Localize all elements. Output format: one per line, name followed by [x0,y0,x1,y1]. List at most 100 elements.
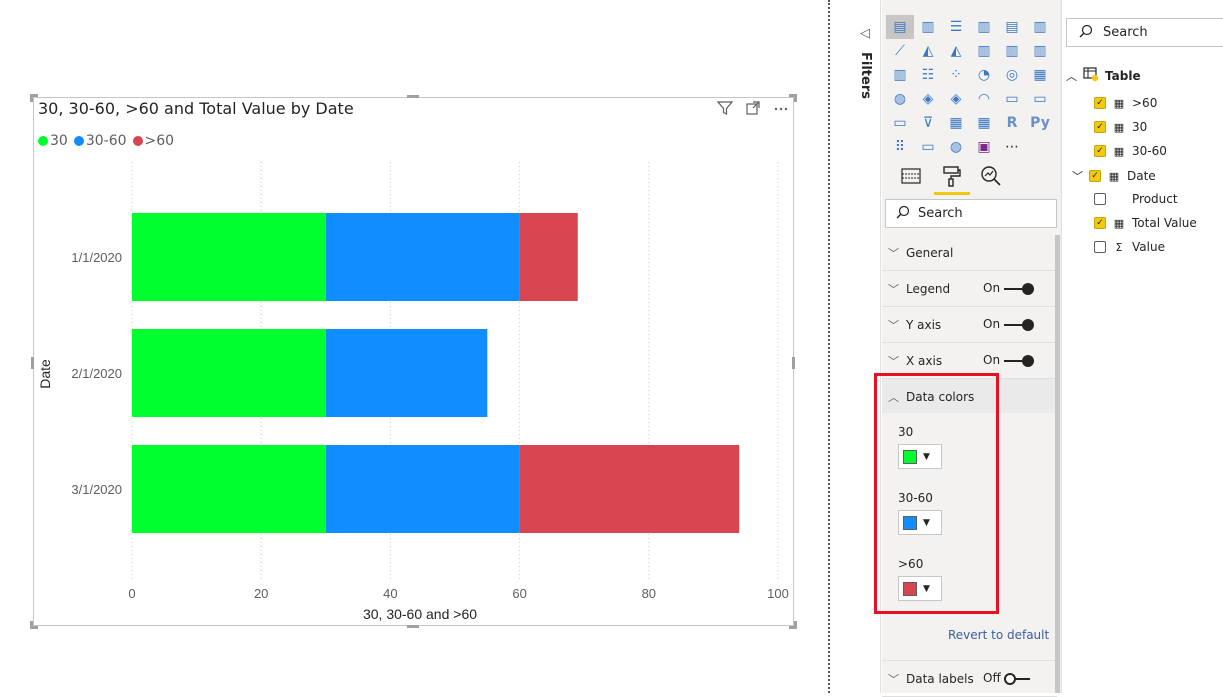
format-search-input[interactable]: Search [885,199,1057,228]
treemap-icon[interactable]: ▦ [1026,63,1054,87]
search-placeholder: Search [1103,25,1148,40]
stacked-column-icon[interactable]: ▥ [914,15,942,39]
search-icon [1079,24,1093,42]
map-icon[interactable]: ◍ [886,87,914,111]
field-checkbox[interactable]: ✓ [1089,170,1101,182]
section-label: Data labels [906,671,974,686]
decomposition-tree-icon[interactable]: ◍ [942,135,970,159]
r-visual-icon[interactable]: R [998,111,1026,135]
section-label: Y axis [906,317,942,332]
bar-segment[interactable] [325,213,520,301]
format-pane-scrollbar[interactable] [1055,235,1060,693]
y-axis-toggle[interactable] [1004,319,1034,331]
matrix-icon[interactable]: ▦ [970,111,998,135]
stacked-area-icon[interactable]: ◭ [942,39,970,63]
key-influencers-icon[interactable]: ⠿ [886,135,914,159]
field-checkbox[interactable]: ✓ [1094,121,1106,133]
field-item[interactable]: Σ Value [1094,240,1165,254]
x-axis-title: 30, 30-60 and >60 [363,606,477,622]
resize-handle-top-right[interactable] [789,94,797,102]
line-clustered-column-icon[interactable]: ▥ [998,39,1026,63]
clustered-column-icon[interactable]: ▥ [970,15,998,39]
field-checkbox[interactable]: ✓ [1094,217,1106,229]
funnel-icon[interactable]: ☷ [914,63,942,87]
pie-chart-icon[interactable]: ◔ [970,63,998,87]
y-tick-label: 2/1/2020 [71,366,122,381]
field-item[interactable]: ✓ ▦ 30 [1094,120,1147,134]
resize-handle-bottom[interactable] [407,625,419,628]
bar-segment[interactable] [519,445,740,533]
filters-pane-label[interactable]: Filters [858,52,873,99]
waterfall-icon[interactable]: ▥ [886,63,914,87]
sigma-icon: Σ [1115,240,1123,254]
scatter-icon[interactable]: ⁘ [942,63,970,87]
bar-segment[interactable] [519,213,578,301]
card-icon[interactable]: ▭ [998,87,1026,111]
x-axis-toggle[interactable] [1004,355,1034,367]
fields-search-input[interactable]: Search [1066,18,1223,47]
section-data-labels[interactable]: ﹀ Data labels Off [882,661,1057,697]
field-item[interactable]: ✓ ▦ Total Value [1094,216,1197,230]
resize-handle-top-left[interactable] [30,94,38,102]
legend-item-30[interactable]: 30 [38,133,68,149]
slicer-icon[interactable]: ⊽ [914,111,942,135]
revert-to-default-link[interactable]: Revert to default [948,628,1049,642]
filter-icon[interactable] [716,100,734,120]
bar-segment[interactable] [132,445,326,533]
multi-row-card-icon[interactable]: ▭ [1026,87,1054,111]
kpi-icon[interactable]: ▭ [886,111,914,135]
resize-handle-top[interactable] [407,95,419,98]
calendar-table-icon: ▦ [1108,169,1120,183]
table-icon[interactable]: ▦ [942,111,970,135]
focus-mode-icon[interactable] [744,100,762,120]
toggle-state: On [983,317,1001,331]
qa-icon[interactable]: ▭ [914,135,942,159]
field-checkbox[interactable]: ✓ [1094,97,1106,109]
legend-dot-30-60 [73,136,84,146]
donut-chart-icon[interactable]: ◎ [998,63,1026,87]
format-tab-icon[interactable] [938,163,964,189]
section-y-axis[interactable]: ﹀ Y axis On [882,307,1057,343]
field-item[interactable]: ✓ ▦ 30-60 [1094,144,1167,158]
field-checkbox[interactable] [1094,241,1106,253]
clustered-bar-icon[interactable]: ☰ [942,15,970,39]
bar-segment[interactable] [325,329,488,417]
x-tick-label: 80 [642,586,656,601]
collapse-filters-icon[interactable]: ◁ [860,26,870,41]
legend-item-30-60[interactable]: 30-60 [73,133,127,149]
100-stacked-column-icon[interactable]: ▥ [1026,15,1054,39]
ribbon-chart-icon[interactable]: ▥ [1026,39,1054,63]
area-chart-icon[interactable]: ◭ [914,39,942,63]
analytics-tab-icon[interactable] [978,163,1004,189]
section-general[interactable]: ﹀ General [882,235,1057,271]
data-labels-toggle[interactable] [1004,673,1034,685]
line-chart-icon[interactable]: ⟋ [886,39,914,63]
shape-map-icon[interactable]: ◈ [942,87,970,111]
field-item[interactable]: ﹀ ✓ ▦ Date [1072,168,1156,184]
filled-map-icon[interactable]: ◈ [914,87,942,111]
100-stacked-bar-icon[interactable]: ▤ [998,15,1026,39]
bar-segment[interactable] [132,213,326,301]
line-column-icon[interactable]: ▥ [970,39,998,63]
gauge-icon[interactable]: ◠ [970,87,998,111]
legend-toggle[interactable] [1004,283,1034,295]
field-label: >60 [1132,96,1158,110]
field-item[interactable]: ✓ ▦ >60 [1094,96,1157,110]
legend-item-over-60[interactable]: >60 [132,133,174,149]
section-legend[interactable]: ﹀ Legend On [882,271,1057,307]
more-options-icon[interactable] [772,100,790,120]
field-checkbox[interactable]: ✓ [1094,145,1106,157]
section-label: Legend [906,281,951,296]
fields-tab-icon[interactable] [898,163,924,189]
custom-visual-icon[interactable]: ▣ [970,135,998,159]
field-item[interactable]: Product [1094,192,1178,206]
python-visual-icon[interactable]: Py [1026,111,1054,135]
table-node[interactable]: ︿ Table [1066,66,1141,85]
bar-segment[interactable] [325,445,520,533]
x-tick-label: 100 [767,586,789,601]
chevron-down-icon: ﹀ [888,282,899,296]
bar-segment[interactable] [132,329,326,417]
field-checkbox[interactable] [1094,193,1106,205]
stacked-bar-icon[interactable]: ▤ [886,15,914,39]
more-visuals-icon[interactable]: ⋯ [998,135,1026,159]
